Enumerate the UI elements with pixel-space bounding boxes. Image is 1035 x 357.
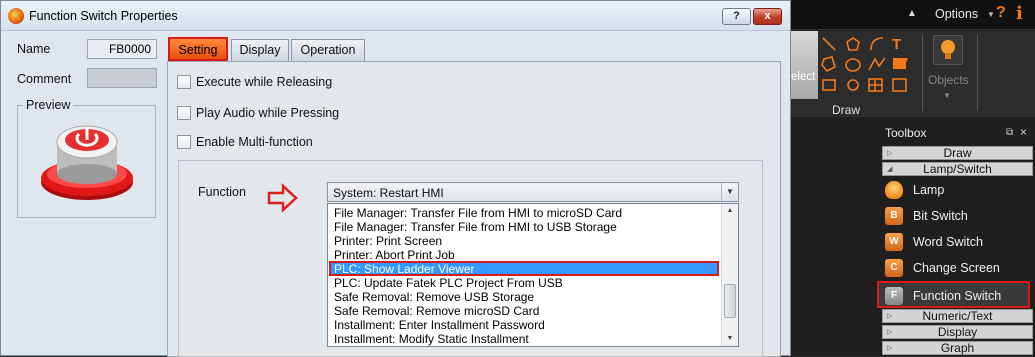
tool-word-switch[interactable]: W Word Switch [879,229,1029,255]
draw-group-label: Draw [832,103,861,117]
tool-lamp-label: Lamp [913,183,945,197]
function-label: Function [198,185,246,199]
change-screen-icon: C [885,259,903,277]
play-audio-checkbox[interactable] [177,106,191,120]
dropdown-option[interactable]: Printer: Print Screen [334,234,442,248]
expand-icon: ▷ [887,345,893,352]
expand-icon: ▷ [887,313,893,320]
close-icon[interactable]: × [1020,125,1027,139]
category-draw[interactable]: ▷ Draw [882,146,1033,160]
dropdown-option[interactable]: Printer: Abort Print Job [334,248,455,262]
category-graph[interactable]: ▷ Graph [882,341,1033,355]
dropdown-option[interactable]: Safe Removal: Remove USB Storage [334,290,534,304]
options-menu[interactable]: Options [935,7,978,21]
play-audio-label: Play Audio while Pressing [196,106,340,120]
tool-function-switch-label: Function Switch [913,289,1002,303]
draw-shapes-icon[interactable]: T [819,35,915,97]
tool-word-switch-label: Word Switch [913,235,983,249]
tool-function-switch[interactable]: F Function Switch [877,281,1030,308]
scrollbar-thumb[interactable] [724,284,736,318]
enable-multi-function-checkbox[interactable] [177,135,191,149]
dropdown-option[interactable]: PLC: Update Fatek PLC Project From USB [334,276,563,290]
toolbox-title: Toolbox [885,126,927,140]
dropdown-scrollbar[interactable]: ▲ ▼ [721,204,738,346]
svg-text:T: T [892,36,901,53]
expand-icon: ▷ [887,150,893,157]
info-icon[interactable]: i [1016,3,1023,24]
scroll-down-icon[interactable]: ▼ [722,332,738,346]
dropdown-option[interactable]: Safe Removal: Remove microSD Card [334,304,539,318]
objects-button[interactable] [933,35,963,65]
dropdown-option[interactable]: Installment: Modify Static Installment [334,332,529,346]
dropdown-option-selected[interactable]: PLC: Show Ladder Viewer [334,262,475,276]
objects-label: Objects [928,73,969,87]
category-lamp-switch-label: Lamp/Switch [923,162,992,176]
lamp-icon [941,40,955,59]
function-select[interactable]: System: Restart HMI [327,182,739,202]
name-label: Name [17,42,51,56]
bit-switch-icon: B [885,207,903,225]
chevron-down-icon[interactable]: ▼ [943,91,951,100]
tab-display[interactable]: Display [231,39,289,61]
expand-icon: ▷ [887,329,893,336]
function-switch-icon: F [885,287,903,305]
select-tool-button[interactable]: elect [791,31,818,99]
tab-setting[interactable]: Setting [168,37,228,61]
category-display-label: Display [937,325,978,339]
dropdown-option[interactable]: Installment: Enter Installment Password [334,318,545,332]
draw-tools-grid[interactable]: T [819,35,915,97]
execute-while-releasing-label: Execute while Releasing [196,75,333,89]
pin-icon[interactable]: ⧉ [1006,127,1013,138]
dropdown-option[interactable]: File Manager: Transfer File from HMI to … [334,220,617,234]
category-graph-label: Graph [940,341,975,355]
tool-bit-switch-label: Bit Switch [913,209,968,223]
category-numeric-text[interactable]: ▷ Numeric/Text [882,309,1033,323]
enable-multi-function-label: Enable Multi-function [196,135,313,149]
chevron-down-icon[interactable]: ▼ [987,10,995,19]
tab-operation[interactable]: Operation [291,39,365,61]
power-button-preview-icon [41,125,133,200]
select-tool-label: elect [791,71,816,83]
function-dropdown-list: File Manager: Transfer File from HMI to … [327,203,739,347]
toolbox-header: Toolbox ⧉ × [879,125,1035,142]
preview-label: Preview [23,98,74,112]
category-lamp-switch[interactable]: ◢ Lamp/Switch [882,162,1033,176]
ribbon-divider [922,35,923,111]
ribbon-top-bar: ▲ Options ▼ ? i [791,0,1035,30]
dropdown-option[interactable]: File Manager: Transfer File from HMI to … [334,206,622,220]
title-bar: Function Switch Properties ? x [1,1,790,31]
scroll-up-icon[interactable]: ▲ [722,204,738,218]
category-draw-label: Draw [943,146,972,160]
comment-label: Comment [17,72,72,86]
arrow-right-icon [267,183,298,213]
category-numeric-text-label: Numeric/Text [922,309,993,323]
tool-change-screen-label: Change Screen [913,261,1000,275]
app-logo-icon [8,8,24,24]
chevron-down-icon[interactable]: ▼ [721,183,738,201]
execute-while-releasing-checkbox[interactable] [177,75,191,89]
tool-lamp[interactable]: Lamp [879,177,1029,203]
close-button[interactable]: x [753,8,782,25]
window-title: Function Switch Properties [29,9,178,23]
collapse-ribbon-icon[interactable]: ▲ [907,8,917,19]
comment-field[interactable] [87,68,157,88]
ribbon-divider [977,35,978,111]
tool-bit-switch[interactable]: B Bit Switch [879,203,1029,229]
draw-ribbon: elect T Draw Objects ▼ [791,31,1035,117]
collapse-icon: ◢ [887,166,893,173]
word-switch-icon: W [885,233,903,251]
category-display[interactable]: ▷ Display [882,325,1033,339]
name-field[interactable]: FB0000 [87,39,157,59]
help-icon[interactable]: ? [996,4,1006,22]
tool-change-screen[interactable]: C Change Screen [879,255,1029,281]
help-button[interactable]: ? [722,8,751,25]
function-switch-properties-dialog: Function Switch Properties ? x Name FB00… [0,0,791,357]
lamp-icon [885,181,903,199]
